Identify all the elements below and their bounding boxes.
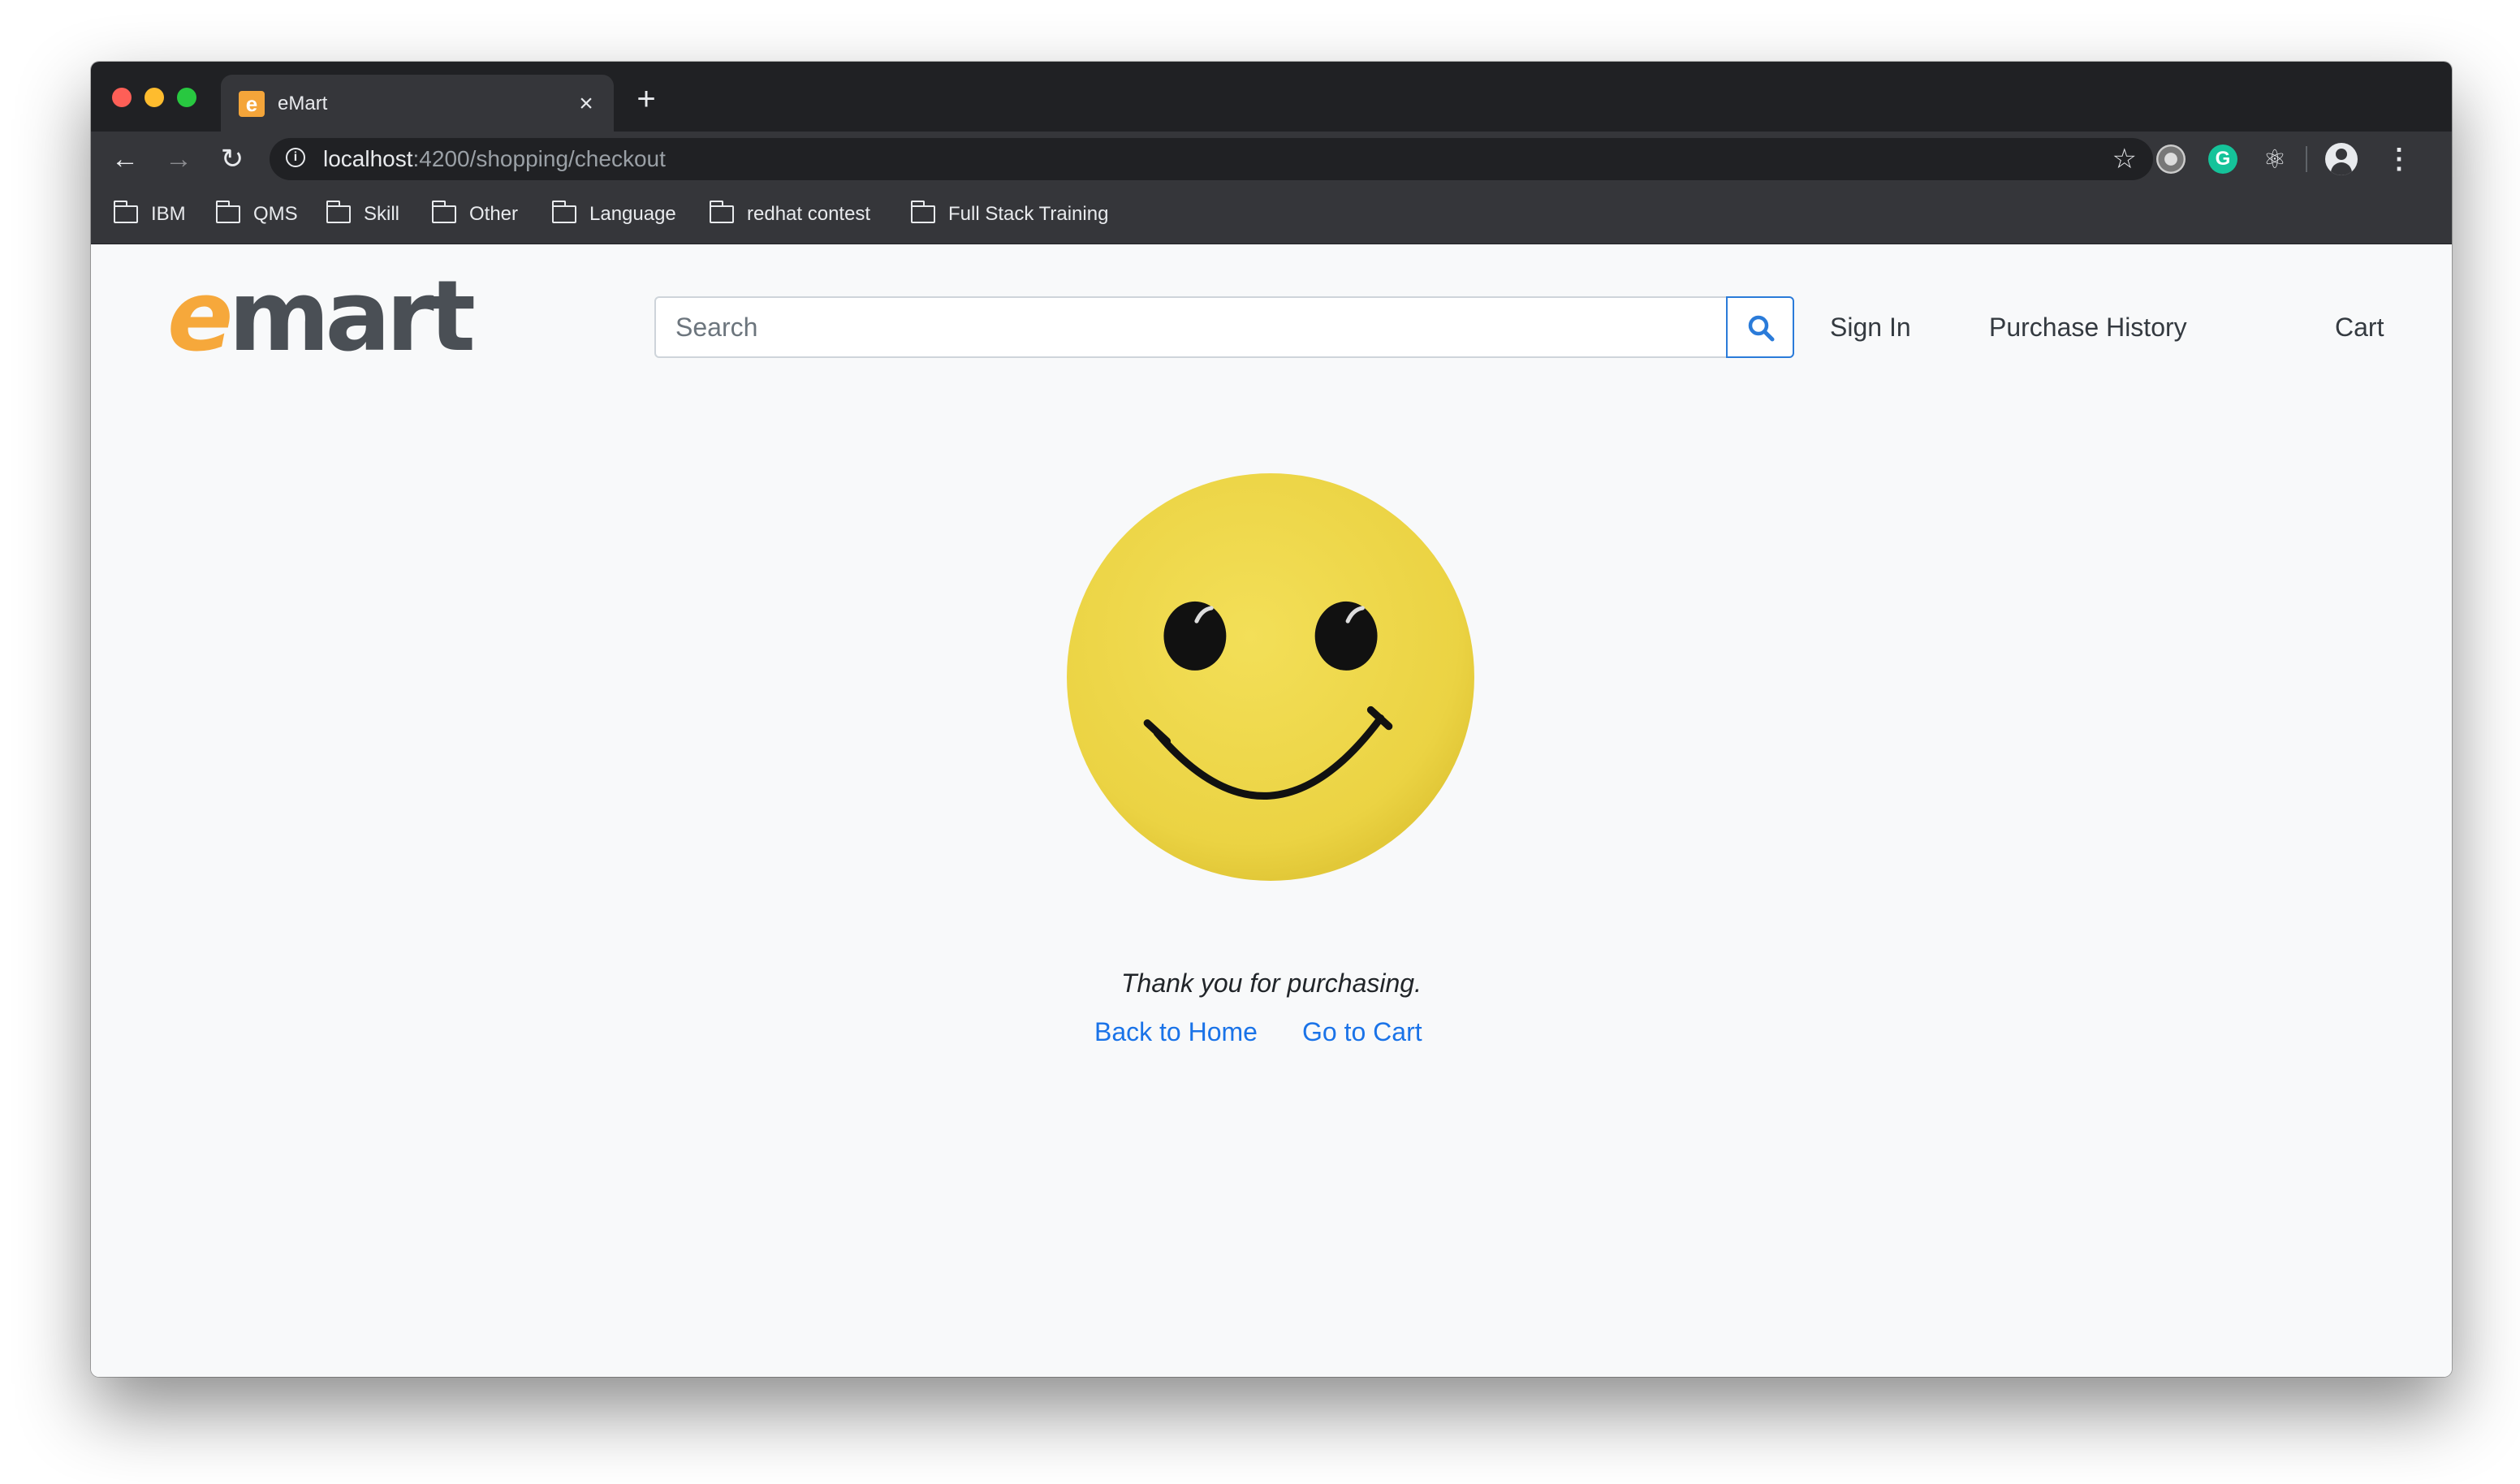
back-to-home-link[interactable]: Back to Home: [1094, 1014, 1258, 1050]
bookmark-other[interactable]: Other: [431, 200, 519, 229]
search-icon: [1748, 315, 1775, 342]
new-tab-button[interactable]: +: [630, 83, 662, 115]
folder-icon: [910, 201, 935, 223]
bookmark-star-icon[interactable]: ☆: [2112, 145, 2137, 174]
bookmark-qms[interactable]: QMS: [215, 200, 298, 229]
bookmark-language[interactable]: Language: [551, 200, 676, 229]
extension-record-icon[interactable]: [2156, 145, 2186, 174]
purchase-history-link[interactable]: Purchase History: [1989, 309, 2187, 345]
toolbar-divider: [2306, 146, 2307, 172]
browser-window: e eMart × + ← → ↻ i localhost:4200/shopp…: [91, 62, 2452, 1377]
close-tab-icon[interactable]: ×: [573, 91, 599, 117]
logo-letter-e: e: [167, 261, 233, 373]
smiley-face-image: [1067, 473, 1474, 881]
folder-icon: [215, 201, 240, 223]
folder-icon: [709, 201, 734, 223]
bookmark-label: QMS: [253, 203, 298, 225]
bookmark-label: Other: [469, 203, 519, 225]
folder-icon: [551, 201, 576, 223]
bookmark-label: redhat contest: [747, 203, 871, 225]
window-minimize-button[interactable]: [145, 88, 164, 107]
bookmark-label: Full Stack Training: [948, 203, 1109, 225]
emart-logo[interactable]: emart: [167, 269, 476, 366]
browser-toolbar: ← → ↻ i localhost:4200/shopping/checkout…: [91, 132, 2452, 187]
profile-avatar-icon[interactable]: [2325, 143, 2358, 175]
window-maximize-button[interactable]: [177, 88, 196, 107]
bookmark-full-stack-training[interactable]: Full Stack Training: [910, 200, 1109, 229]
sign-in-link[interactable]: Sign In: [1830, 309, 1911, 345]
react-devtools-icon[interactable]: ⚛: [2260, 145, 2289, 174]
cart-link[interactable]: Cart: [2335, 309, 2384, 345]
page-content: emart Sign In Purchase History Cart: [91, 244, 2452, 1377]
url-text[interactable]: localhost:4200/shopping/checkout: [323, 146, 666, 172]
browser-tab[interactable]: e eMart ×: [221, 75, 614, 132]
browser-menu-icon[interactable]: ⋮: [2385, 141, 2413, 177]
bookmarks-bar: IBM QMS Skill Other Language redhat cont…: [91, 187, 2452, 244]
search-input[interactable]: [654, 296, 1728, 358]
bookmark-label: Skill: [364, 203, 400, 225]
folder-icon: [431, 201, 456, 223]
grammarly-extension-icon[interactable]: G: [2208, 145, 2237, 174]
site-info-icon[interactable]: i: [286, 148, 305, 167]
bookmark-redhat-contest[interactable]: redhat contest: [709, 200, 871, 229]
emart-favicon-icon: e: [239, 91, 265, 117]
address-bar[interactable]: i localhost:4200/shopping/checkout ☆: [270, 138, 2153, 180]
url-host: localhost: [323, 146, 413, 171]
thank-you-message: Thank you for purchasing.: [1121, 968, 1422, 998]
bookmark-label: Language: [589, 203, 676, 225]
reload-icon[interactable]: ↻: [214, 141, 250, 177]
logo-wordmark: mart: [228, 261, 476, 373]
search-button[interactable]: [1726, 296, 1794, 358]
bookmark-label: IBM: [151, 203, 186, 225]
url-path: :4200/shopping/checkout: [412, 146, 666, 171]
tab-title: eMart: [278, 93, 328, 114]
back-arrow-icon[interactable]: ←: [107, 141, 143, 177]
window-close-button[interactable]: [112, 88, 132, 107]
bookmark-skill[interactable]: Skill: [326, 200, 399, 229]
folder-icon: [326, 201, 351, 223]
go-to-cart-link[interactable]: Go to Cart: [1302, 1014, 1422, 1050]
bookmark-ibm[interactable]: IBM: [113, 200, 186, 229]
tab-strip: e eMart × +: [91, 62, 2452, 132]
folder-icon: [113, 201, 138, 223]
search-group: [654, 296, 1796, 358]
forward-arrow-icon[interactable]: →: [161, 141, 196, 177]
